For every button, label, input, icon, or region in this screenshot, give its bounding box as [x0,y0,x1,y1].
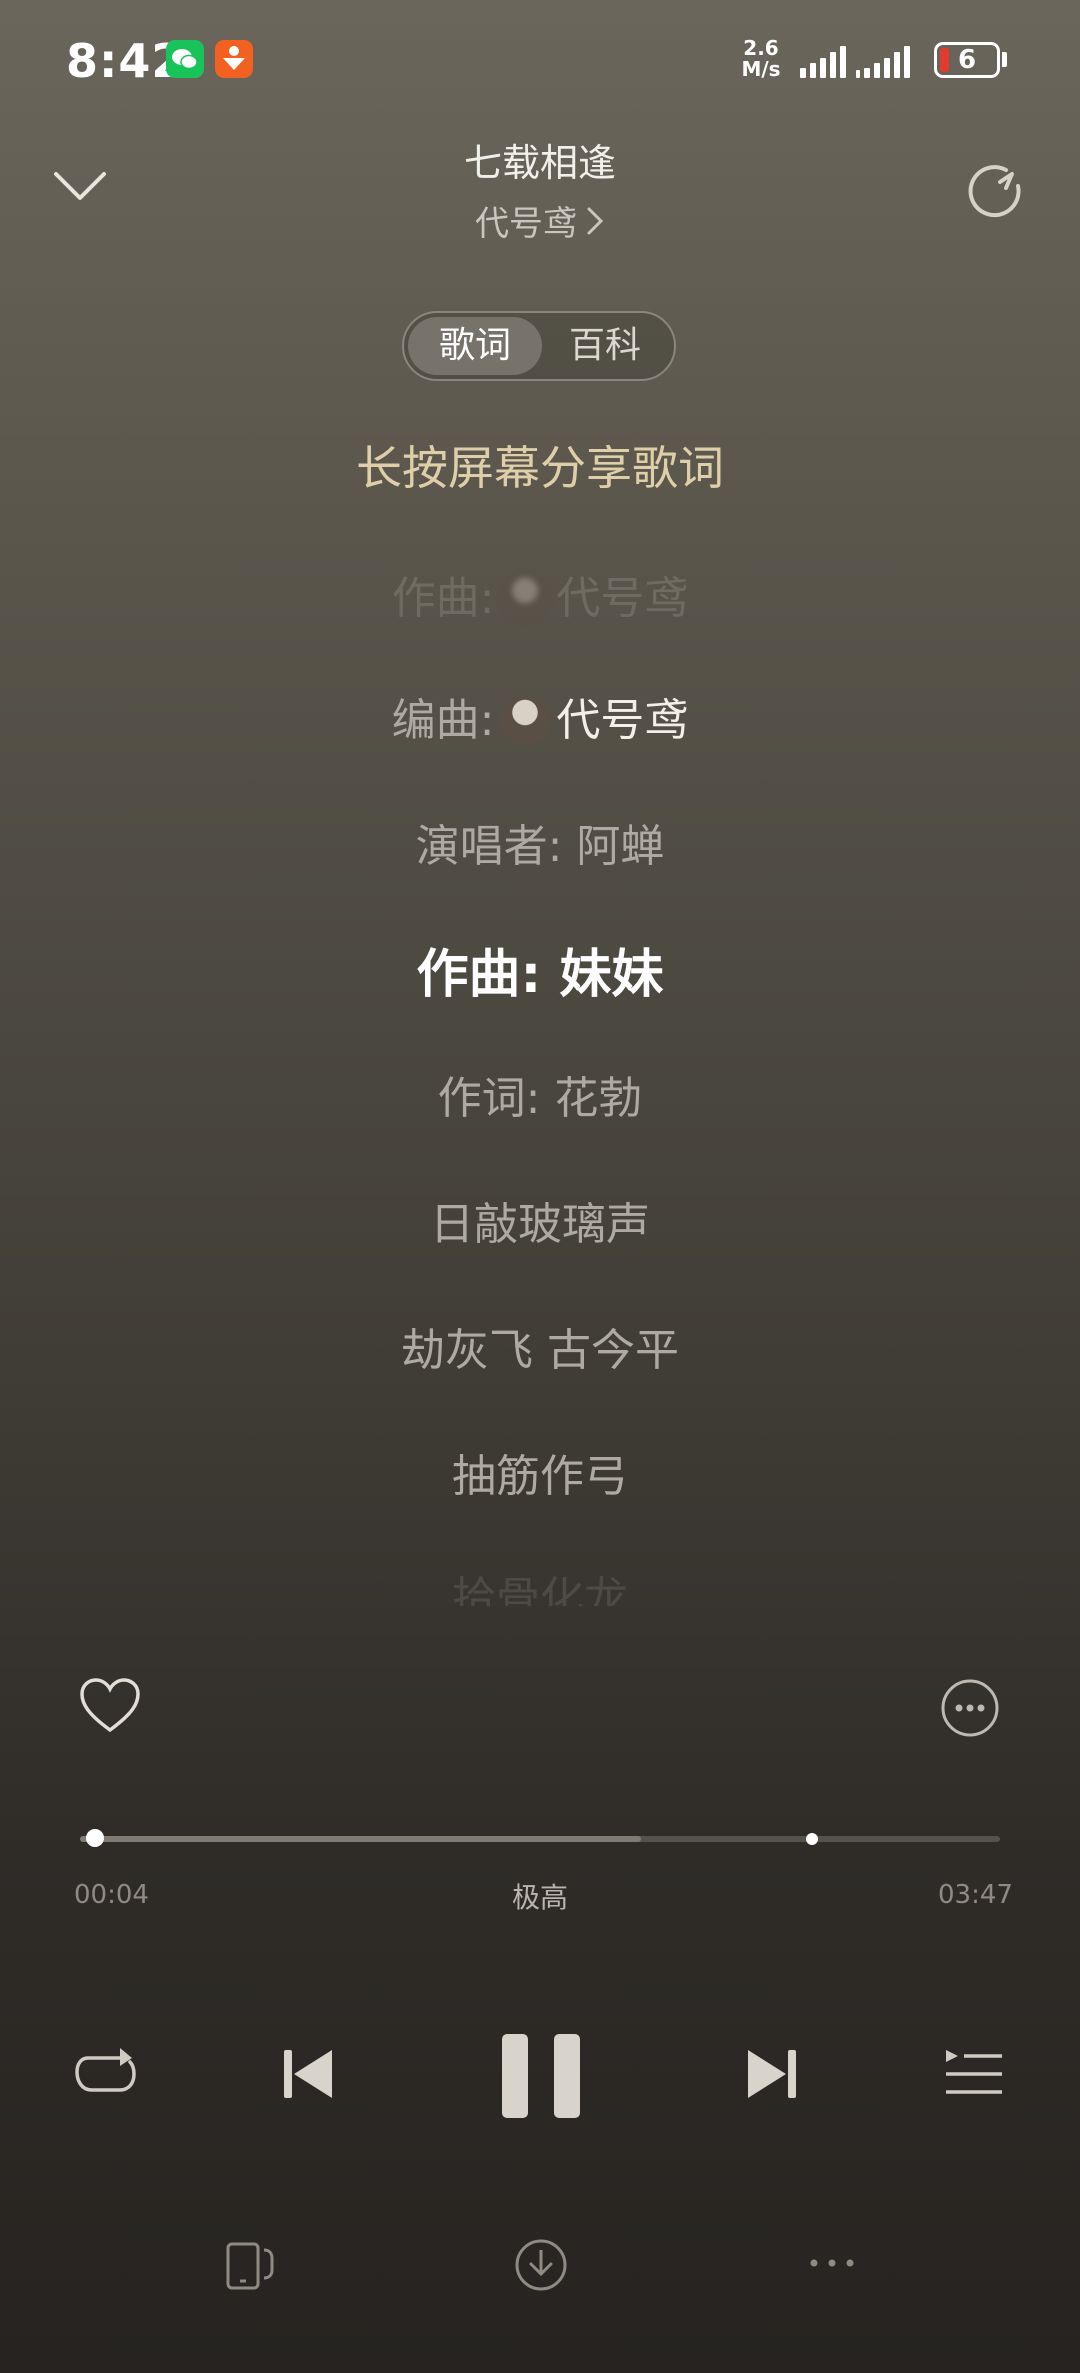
more-dots-icon[interactable] [808,2256,856,2273]
download-icon[interactable] [514,2238,568,2295]
signal-icon [800,42,846,78]
duration-time: 03:47 [938,1880,1013,1910]
lyric-line[interactable]: 作词: 花勃 [90,1062,990,1126]
lyrics-wiki-tabs: 歌词 百科 [402,311,676,381]
pause-icon[interactable] [500,2032,582,2123]
artist-link[interactable]: 代号鸢 [340,196,740,245]
tab-wiki[interactable]: 百科 [538,317,672,375]
lyric-line-arranger[interactable]: 编曲: 代号鸢 [90,684,990,751]
battery-tip [1002,52,1007,67]
next-icon[interactable] [744,2046,800,2105]
quality-button[interactable]: 极高 [490,1876,590,1916]
chevron-right-icon [587,207,604,234]
network-speed-value: 2.6 [743,36,779,60]
song-title: 七载相逢 [463,141,616,185]
battery-level: 6 [957,45,977,75]
lyric-name: 代号鸢 [556,573,689,624]
more-circle-icon[interactable] [940,1678,1000,1741]
lyric-label: 编曲: [391,695,495,746]
lyric-line[interactable]: 拾骨化龙 [90,1562,990,1606]
lyric-line-composer[interactable]: 作曲: 代号鸢 [90,562,990,629]
orange-app-icon [215,40,253,78]
network-speed: 2.6 M/s [733,38,789,80]
elapsed-time: 00:04 [74,1880,149,1910]
lyric-line[interactable]: 抽筋作弓 [90,1440,990,1504]
share-lyrics-hint: 长按屏幕分享歌词 [356,441,724,495]
progress-knob[interactable] [86,1829,104,1847]
lyric-label: 作曲: [391,573,495,624]
battery-icon: 6 [934,42,1000,78]
avatar [500,573,551,623]
device-icon[interactable] [224,2240,278,2295]
lyric-name: 代号鸢 [556,695,689,746]
avatar [500,695,551,745]
current-lyric-line[interactable]: 作曲: 妹妹 [90,932,990,1007]
lyric-line[interactable]: 演唱者: 阿蝉 [90,810,990,874]
progress-marker [806,1833,818,1845]
progress-buffer [80,1836,642,1842]
progress-bar[interactable] [80,1836,1000,1842]
lyric-line[interactable]: 日敲玻璃声 [90,1188,990,1252]
wechat-icon [166,40,204,78]
lyric-line[interactable]: 劫灰飞 古今平 [90,1314,990,1378]
repeat-icon[interactable] [74,2044,138,2107]
signal-icon-2 [856,42,910,78]
artist-name: 代号鸢 [475,204,577,244]
chevron-down-icon[interactable] [50,166,110,209]
playlist-icon[interactable] [944,2046,1004,2105]
tab-lyrics[interactable]: 歌词 [408,317,542,375]
share-icon[interactable] [966,160,1030,227]
previous-icon[interactable] [280,2046,336,2105]
heart-icon[interactable] [78,1676,142,1739]
network-speed-unit: M/s [741,57,781,81]
